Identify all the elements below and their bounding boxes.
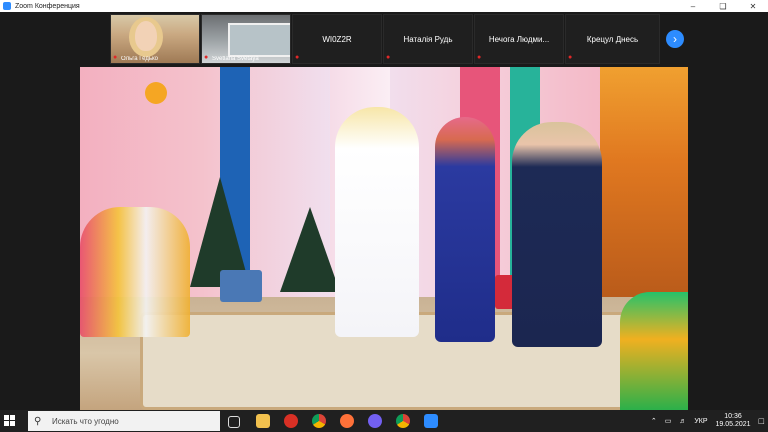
participant-tile[interactable]: ● Svetlana Svetaya <box>201 14 291 64</box>
clock-time: 10:36 <box>724 413 742 420</box>
participant-video-window <box>228 23 290 57</box>
volume-icon[interactable]: ♬ <box>679 418 686 425</box>
children-group <box>620 292 688 410</box>
mic-muted-icon: ● <box>568 54 573 61</box>
participant-name: WI0Z2R <box>322 35 352 44</box>
mic-muted-icon: ● <box>386 54 391 61</box>
zoom-app-icon <box>3 2 11 10</box>
viber-icon[interactable] <box>368 414 382 428</box>
clock[interactable]: 10:36 19.05.2021 <box>716 413 751 429</box>
participant-tile[interactable]: WI0Z2R ● <box>292 14 382 64</box>
mic-muted-icon: ● <box>113 54 118 61</box>
clock-date: 19.05.2021 <box>715 421 751 428</box>
participant-gallery: ● Ольга Гедько ● Svetlana Svetaya WI0Z2R… <box>0 12 768 67</box>
performer-white-dress <box>335 107 419 337</box>
participant-name: Наталія Рудь <box>403 35 453 44</box>
participant-tile[interactable]: Нечога Людми... ● <box>474 14 564 64</box>
tray-overflow-icon[interactable]: ⌃ <box>651 417 657 425</box>
close-button[interactable]: ✕ <box>738 0 768 12</box>
minimize-button[interactable]: – <box>678 0 708 12</box>
maximize-button[interactable]: ❑ <box>708 0 738 12</box>
participant-tile[interactable]: Крецул Днесь ● <box>565 14 660 64</box>
system-tray: ⌃ ▭ ♬ УКР 10:36 19.05.2021 □ <box>651 410 764 432</box>
notifications-icon[interactable]: □ <box>759 416 764 426</box>
chrome-icon[interactable] <box>396 414 410 428</box>
participant-tile[interactable]: ● Ольга Гедько <box>110 14 200 64</box>
blue-pouf <box>220 270 262 302</box>
participant-name: Нечога Людми... <box>488 35 550 44</box>
window-controls: – ❑ ✕ <box>678 0 768 12</box>
zoom-taskbar-icon[interactable] <box>424 414 438 428</box>
opera-icon[interactable] <box>284 414 298 428</box>
christmas-tree <box>280 207 340 292</box>
network-icon[interactable]: ▭ <box>665 417 672 425</box>
participant-video-face <box>135 21 157 51</box>
mic-muted-icon: ● <box>204 54 209 61</box>
window-title: Zoom Конференция <box>15 2 80 10</box>
participant-name: Ольга Гедько <box>121 56 158 62</box>
window-titlebar: Zoom Конференция – ❑ ✕ <box>0 0 768 12</box>
active-speaker-video[interactable] <box>80 67 688 410</box>
participant-tile[interactable]: Наталія Рудь ● <box>383 14 473 64</box>
taskbar-search-box[interactable]: ⚲ Искать что угодно <box>28 411 220 431</box>
search-placeholder: Искать что угодно <box>52 416 119 426</box>
mic-muted-icon: ● <box>477 54 482 61</box>
children-group <box>80 207 190 337</box>
file-explorer-icon[interactable] <box>256 414 270 428</box>
mic-muted-icon: ● <box>295 54 300 61</box>
autumn-decoration <box>600 67 688 302</box>
next-page-button[interactable]: › <box>666 30 684 48</box>
windows-start-button[interactable] <box>4 415 16 427</box>
performer-navy-dress <box>512 122 602 347</box>
task-view-icon[interactable] <box>228 416 240 428</box>
participant-name: Svetlana Svetaya <box>212 56 259 62</box>
chrome-icon[interactable] <box>312 414 326 428</box>
performer-blue-dress <box>435 117 495 342</box>
participant-name: Крецул Днесь <box>586 35 639 44</box>
language-indicator[interactable]: УКР <box>694 418 707 425</box>
search-icon: ⚲ <box>34 415 42 427</box>
sun-decoration <box>145 82 167 104</box>
firefox-icon[interactable] <box>340 414 354 428</box>
windows-taskbar: ⚲ Искать что угодно ⌃ ▭ ♬ УКР 10:36 19.0… <box>0 410 768 432</box>
